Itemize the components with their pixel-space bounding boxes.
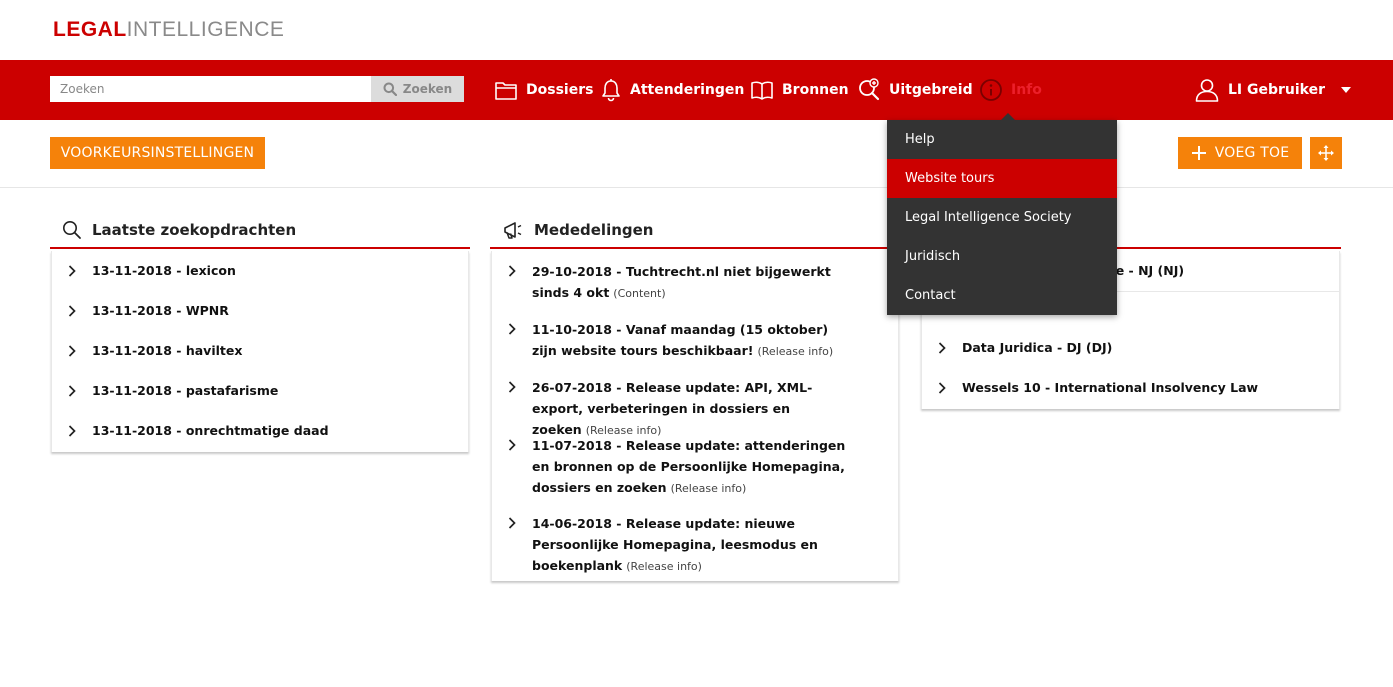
chevron-right-icon xyxy=(492,513,532,533)
menu-item-website-tours[interactable]: Website tours xyxy=(887,159,1117,198)
move-icon xyxy=(1318,145,1334,161)
logo-legal: LEGAL xyxy=(53,18,127,41)
logo-intelligence: INTELLIGENCE xyxy=(126,18,285,41)
chevron-right-icon xyxy=(52,261,92,281)
user-menu[interactable]: LI Gebruiker xyxy=(1194,60,1352,120)
announcements-header: Mededelingen xyxy=(490,213,900,249)
advanced-search-icon xyxy=(859,78,880,101)
nav-attenderingen[interactable]: Attenderingen xyxy=(600,60,744,120)
announcements-list: 29-10-2018 - Tuchtrecht.nl niet bijgewer… xyxy=(491,251,899,581)
main-navbar: Zoeken Dossiers Attenderingen Bronnen Ui… xyxy=(0,60,1393,120)
logo[interactable]: LEGALINTELLIGENCE xyxy=(53,17,284,43)
announcement-note: (Content) xyxy=(613,287,666,300)
preferences-button-label: VOORKEURSINSTELLINGEN xyxy=(60,145,255,161)
announcement-title: 26-07-2018 - Release update: API, XML-ex… xyxy=(532,380,813,437)
list-item-label: Data Juridica - DJ (DJ) xyxy=(962,340,1113,355)
dropdown-pointer xyxy=(1000,113,1016,121)
menu-item-juridisch[interactable]: Juridisch xyxy=(887,237,1117,276)
move-layout-button[interactable] xyxy=(1310,137,1342,169)
add-widget-label: VOEG TOE xyxy=(1214,145,1290,161)
list-item[interactable]: 13-11-2018 - onrechtmatige daad xyxy=(52,421,468,461)
nav-info[interactable]: Info xyxy=(979,60,1042,120)
search-input[interactable] xyxy=(50,76,371,102)
list-item[interactable]: 13-11-2018 - pastafarisme xyxy=(52,381,468,421)
list-item[interactable]: 11-10-2018 - Vanaf maandag (15 oktober) … xyxy=(492,319,898,377)
plus-icon xyxy=(1191,146,1206,160)
info-icon xyxy=(980,79,1002,101)
chevron-right-icon xyxy=(52,381,92,401)
nav-uitgebreid-label: Uitgebreid xyxy=(889,82,973,98)
chevron-right-icon xyxy=(492,435,532,455)
user-icon xyxy=(1195,79,1219,102)
announcement-title: 29-10-2018 - Tuchtrecht.nl niet bijgewer… xyxy=(532,264,831,300)
chevron-right-icon xyxy=(492,319,532,339)
list-item[interactable]: 13-11-2018 - lexicon xyxy=(52,261,468,301)
megaphone-icon xyxy=(504,222,522,239)
nav-info-label: Info xyxy=(1011,82,1042,98)
chevron-right-icon xyxy=(922,378,962,398)
chevron-right-icon xyxy=(52,341,92,361)
bell-icon xyxy=(602,79,620,102)
nav-dossiers[interactable]: Dossiers xyxy=(494,60,593,120)
folder-icon xyxy=(495,82,517,100)
book-icon xyxy=(751,81,773,100)
toolbar: VOORKEURSINSTELLINGEN VOEG TOE xyxy=(0,120,1393,188)
user-name: LI Gebruiker xyxy=(1228,82,1326,98)
announcements-title: Mededelingen xyxy=(534,221,654,239)
list-item[interactable]: Data Juridica - DJ (DJ) xyxy=(922,338,1339,378)
nav-bronnen[interactable]: Bronnen xyxy=(750,60,849,120)
list-item[interactable]: 26-07-2018 - Release update: API, XML-ex… xyxy=(492,377,898,437)
list-item-label: 13-11-2018 - pastafarisme xyxy=(92,383,279,398)
chevron-right-icon xyxy=(922,338,962,358)
logo-bar: LEGALINTELLIGENCE xyxy=(0,0,1393,60)
list-item[interactable]: Wessels 10 - International Insolvency La… xyxy=(922,378,1339,408)
chevron-right-icon xyxy=(52,301,92,321)
list-item[interactable]: 11-07-2018 - Release update: attendering… xyxy=(492,435,898,513)
menu-item-legal-intelligence-society[interactable]: Legal Intelligence Society xyxy=(887,198,1117,237)
search-icon xyxy=(63,221,81,239)
list-item[interactable]: 13-11-2018 - WPNR xyxy=(52,301,468,341)
list-item[interactable]: 29-10-2018 - Tuchtrecht.nl niet bijgewer… xyxy=(492,261,898,319)
announcement-note: (Release info) xyxy=(626,560,702,573)
list-item-label: 13-11-2018 - WPNR xyxy=(92,303,229,318)
list-item-label: 13-11-2018 - lexicon xyxy=(92,263,236,278)
list-item-label: 13-11-2018 - haviltex xyxy=(92,343,243,358)
recent-searches-list: 13-11-2018 - lexicon 13-11-2018 - WPNR 1… xyxy=(51,251,469,452)
recent-searches-title: Laatste zoekopdrachten xyxy=(92,221,297,239)
nav-uitgebreid[interactable]: Uitgebreid xyxy=(857,60,973,120)
recent-searches-header: Laatste zoekopdrachten xyxy=(50,213,470,249)
search-button[interactable]: Zoeken xyxy=(371,76,464,102)
nav-attenderingen-label: Attenderingen xyxy=(630,82,745,98)
announcement-note: (Release info) xyxy=(757,345,834,358)
search-bar: Zoeken xyxy=(50,76,464,102)
info-dropdown-menu: Help Website tours Legal Intelligence So… xyxy=(887,120,1117,315)
chevron-right-icon xyxy=(492,377,532,397)
chevron-right-icon xyxy=(52,421,92,441)
chevron-down-icon xyxy=(1341,87,1352,93)
menu-item-help[interactable]: Help xyxy=(887,120,1117,159)
nav-bronnen-label: Bronnen xyxy=(782,82,849,98)
nav-dossiers-label: Dossiers xyxy=(526,82,594,98)
search-button-label: Zoeken xyxy=(402,82,453,96)
announcement-note: (Release info) xyxy=(670,482,747,495)
add-widget-button[interactable]: VOEG TOE xyxy=(1178,137,1302,169)
list-item-label: 13-11-2018 - onrechtmatige daad xyxy=(92,423,329,438)
list-item[interactable]: 13-11-2018 - haviltex xyxy=(52,341,468,381)
list-item-label: Wessels 10 - International Insolvency La… xyxy=(962,380,1259,395)
chevron-right-icon xyxy=(492,261,532,281)
preferences-button[interactable]: VOORKEURSINSTELLINGEN xyxy=(50,137,265,169)
search-icon xyxy=(383,82,397,96)
list-item[interactable]: 14-06-2018 - Release update: nieuwe Pers… xyxy=(492,513,898,575)
menu-item-contact[interactable]: Contact xyxy=(887,276,1117,315)
